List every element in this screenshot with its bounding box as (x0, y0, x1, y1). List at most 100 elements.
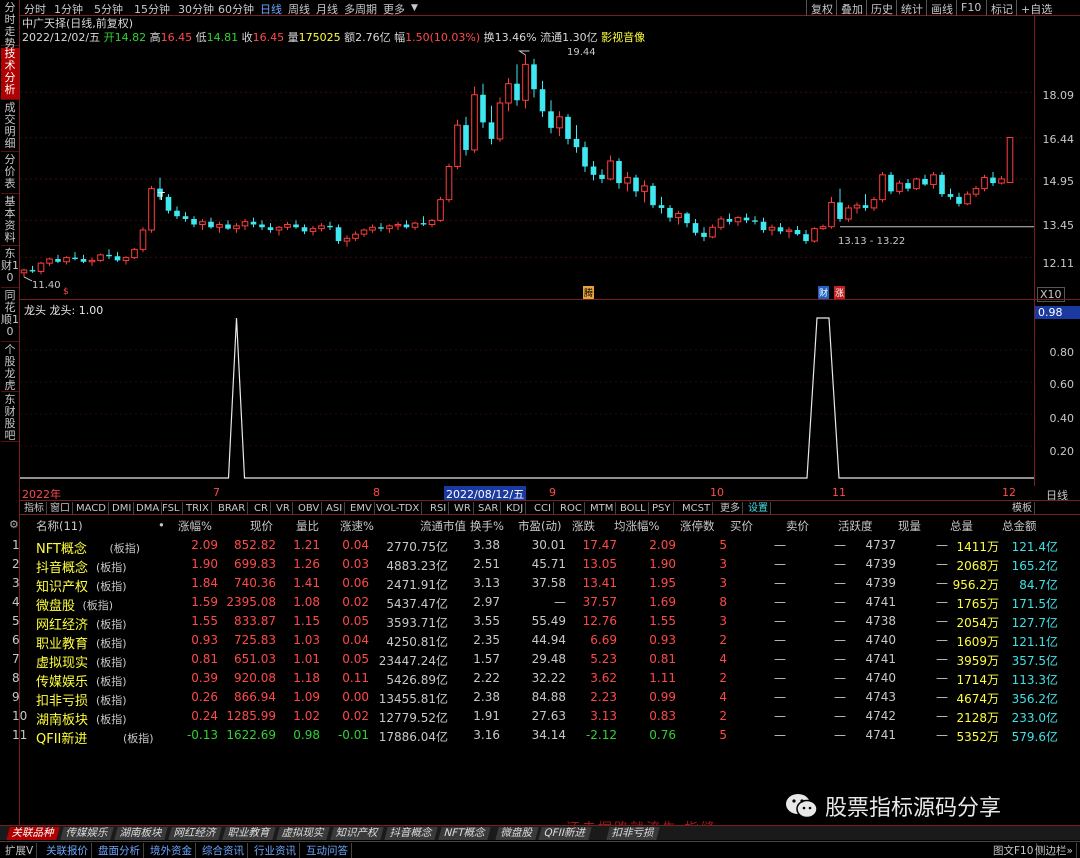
table-row[interactable]: 2 抖音概念 (板指) 1.90 699.83 1.26 0.03 4883.23亿 2.51 4… (0, 555, 1080, 576)
indicator-tab[interactable]: 设置 (746, 502, 771, 515)
indicator-tab[interactable]: VR (274, 502, 293, 515)
column-header[interactable]: 市盈(动) (518, 518, 561, 534)
related-tab[interactable]: 微盘股 (495, 827, 539, 840)
status-right-item[interactable]: 侧边栏» (1032, 843, 1077, 858)
related-tab[interactable]: 知识产权 (330, 827, 384, 840)
column-header[interactable]: 现量 (898, 518, 921, 534)
column-header[interactable]: 名称(11) (36, 518, 83, 534)
column-header[interactable]: 卖价 (786, 518, 809, 534)
overlay-button[interactable]: 叠加 (836, 0, 867, 16)
candlestick-chart[interactable] (20, 16, 1034, 299)
column-header[interactable]: 现价 (250, 518, 273, 534)
table-row[interactable]: 8 传媒娱乐 (板指) 0.39 920.08 1.18 0.11 5426.89亿 2.22 3… (0, 669, 1080, 690)
indicator-tab[interactable]: EMV (348, 502, 375, 515)
status-item[interactable]: 综合资讯 (199, 843, 248, 858)
sidebar-item-guba[interactable]: 东财股吧 (1, 394, 19, 442)
table-row[interactable]: 11 QFII新进 (板指) -0.13 1622.69 0.98 -0.01 17886.0… (0, 726, 1080, 747)
indicator-tab[interactable]: BOLL (618, 502, 649, 515)
table-row[interactable]: 5 网红经济 (板指) 1.55 833.87 1.15 0.05 3593.71亿 3.55 5… (0, 612, 1080, 633)
period-5min[interactable]: 5分钟 (94, 1, 123, 17)
indicator-tab[interactable]: MACD (74, 502, 109, 515)
sidebar-item-fenshi[interactable]: 分时走势 (1, 2, 19, 50)
indicator-tab[interactable]: ASI (324, 502, 346, 515)
indicator-chart[interactable] (20, 300, 1034, 486)
column-header[interactable]: 涨跌 (572, 518, 595, 534)
table-row[interactable]: 4 微盘股 (板指) 1.59 2395.08 1.08 0.02 5437.47亿 2.97—… (0, 593, 1080, 614)
indicator-tab[interactable]: 更多 (718, 502, 743, 515)
status-item[interactable]: 互动问答 (303, 843, 352, 858)
indicator-tab[interactable]: PSY (650, 502, 674, 515)
column-header[interactable]: 总量 (950, 518, 973, 534)
indicator-tab[interactable]: FSL (160, 502, 183, 515)
related-tab[interactable]: 关联品种 (6, 827, 60, 840)
table-row[interactable]: 7 虚拟现实 (板指) 0.81 651.03 1.01 0.05 23447.24亿 1.57… (0, 650, 1080, 671)
event-tag[interactable]: 涨 (834, 286, 846, 299)
period-30min[interactable]: 30分钟 (178, 1, 214, 17)
sidebar-item-chengjiao[interactable]: 成交明细 (1, 102, 19, 152)
column-header[interactable]: 涨停数 (680, 518, 715, 534)
indicator-tab[interactable]: OBV (296, 502, 323, 515)
column-header[interactable]: • (158, 518, 165, 532)
indicator-tab[interactable]: DMI (110, 502, 135, 515)
table-row[interactable]: 1 NFT概念 (板指) 2.09 852.82 1.21 0.04 2770.75亿 3.38… (0, 536, 1080, 557)
status-right-item[interactable]: 图文F10 (990, 843, 1038, 858)
history-button[interactable]: 历史 (866, 0, 897, 16)
indicator-tab[interactable]: SAR (476, 502, 502, 515)
period-monthly[interactable]: 月线 (316, 1, 338, 17)
period-more[interactable]: 更多 (383, 1, 405, 17)
related-tab[interactable]: 网红经济 (168, 827, 222, 840)
related-tab[interactable]: QFII新进 (538, 827, 592, 840)
add-watchlist-button[interactable]: +自选 (1016, 0, 1056, 16)
table-row[interactable]: 6 职业教育 (板指) 0.93 725.83 1.03 0.04 4250.81亿 2.35 4… (0, 631, 1080, 652)
column-header[interactable]: 量比 (296, 518, 319, 534)
related-tab[interactable]: 传媒娱乐 (60, 827, 114, 840)
period-1min[interactable]: 1分钟 (54, 1, 83, 17)
indicator-tab[interactable]: DMA (134, 502, 163, 515)
column-header[interactable]: 流通市值 (420, 518, 466, 534)
table-row[interactable]: 10 湖南板块 (板指) 0.24 1285.99 1.02 0.02 12779.52亿 1.… (0, 707, 1080, 728)
indicator-tab[interactable]: MTM (588, 502, 617, 515)
column-header[interactable]: 涨幅% (178, 518, 212, 534)
status-item[interactable]: 境外资金 (147, 843, 196, 858)
column-header[interactable]: 活跃度 (838, 518, 873, 534)
status-item[interactable]: 关联报价 (43, 843, 92, 858)
related-tab[interactable]: 扣非亏损 (606, 827, 660, 840)
column-header[interactable]: 买价 (730, 518, 753, 534)
period-fenshi[interactable]: 分时 (24, 1, 46, 17)
fuquan-button[interactable]: 复权 (806, 0, 837, 16)
related-tab[interactable]: 职业教育 (222, 827, 276, 840)
column-header[interactable]: 换手% (470, 518, 504, 534)
related-tab[interactable]: 湖南板块 (114, 827, 168, 840)
period-multi[interactable]: 多周期 (344, 1, 377, 17)
sidebar-item-dongcai[interactable]: 东财10 (1, 248, 19, 288)
column-header[interactable]: 涨速% (340, 518, 374, 534)
event-tag[interactable]: 腾 (583, 286, 595, 299)
indicator-tab[interactable]: 指标 (22, 502, 47, 515)
sidebar-item-tonghuashun[interactable]: 同花顺10 (1, 290, 19, 342)
event-tag[interactable]: 财 (818, 286, 830, 299)
chevron-down-icon[interactable]: ▼ (411, 3, 418, 13)
table-row[interactable]: 9 扣非亏损 (板指) 0.26 866.94 1.09 0.00 13455.81亿 2.38… (0, 688, 1080, 709)
column-header[interactable]: 均涨幅% (614, 518, 659, 534)
column-header[interactable]: 总金额 (1002, 518, 1037, 534)
stats-button[interactable]: 统计 (896, 0, 927, 16)
period-15min[interactable]: 15分钟 (134, 1, 170, 17)
f10-button[interactable]: F10 (956, 0, 985, 16)
period-weekly[interactable]: 周线 (288, 1, 310, 17)
indicator-tab[interactable]: BRAR (216, 502, 249, 515)
sidebar-item-fenjia[interactable]: 分价表 (1, 154, 19, 194)
sidebar-item-jishu[interactable]: 技术分析 (1, 48, 19, 100)
period-60min[interactable]: 60分钟 (218, 1, 254, 17)
indicator-tab[interactable]: TRIX (184, 502, 212, 515)
related-tab[interactable]: NFT概念 (438, 827, 491, 840)
template-button[interactable]: 模板 (1010, 502, 1035, 515)
indicator-tab[interactable]: VOL-TDX (374, 502, 423, 515)
related-tab[interactable]: 抖音概念 (384, 827, 438, 840)
indicator-tab[interactable]: RSI (428, 502, 450, 515)
draw-button[interactable]: 画线 (926, 0, 957, 16)
sidebar-item-longhu[interactable]: 个股龙虎 (1, 344, 19, 392)
status-item[interactable]: 扩展V (2, 843, 38, 858)
indicator-tab[interactable]: ROC (558, 502, 585, 515)
status-item[interactable]: 行业资讯 (251, 843, 300, 858)
indicator-tab[interactable]: KDJ (504, 502, 527, 515)
